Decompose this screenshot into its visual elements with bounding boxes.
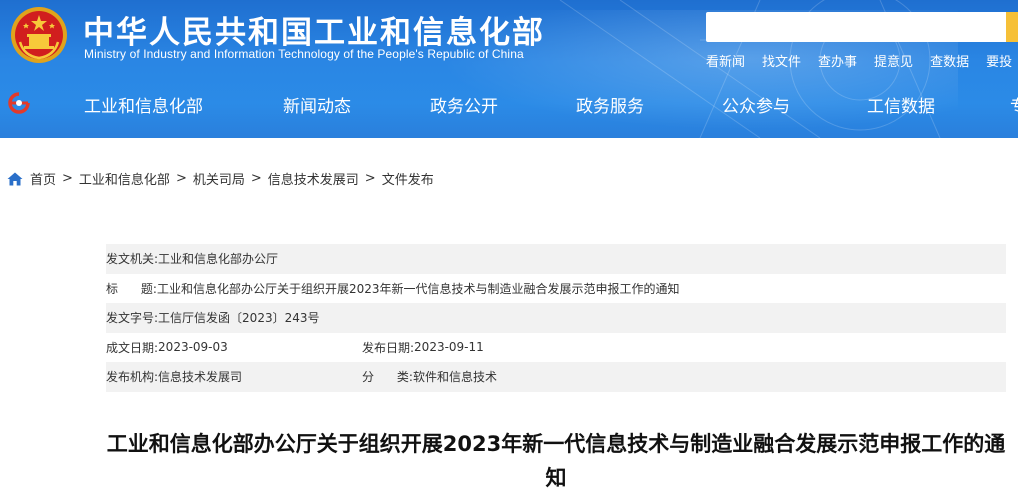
publish-date-cell: 发布日期: 2023-09-11 — [362, 339, 484, 356]
category-value: 软件和信息技术 — [412, 370, 497, 385]
breadcrumb-separator: > — [62, 171, 73, 186]
meta-row-publisher: 发布机构: 信息技术发展司 分 类: 软件和信息技术 — [106, 362, 1006, 392]
breadcrumb-separator: > — [250, 171, 262, 186]
breadcrumb-departments[interactable]: 机关司局 — [193, 169, 245, 188]
nav-item-gov-services[interactable]: 政务服务 — [576, 92, 644, 117]
meta-row-title: 标 题: 工业和信息化部办公厅关于组织开展2023年新一代信息技术与制造业融合发… — [106, 274, 1006, 304]
written-date-cell: 成文日期: 2023-09-03 — [106, 339, 362, 356]
nav-item-public-participation[interactable]: 公众参与 — [722, 92, 790, 117]
issuer-label: 发文机关: — [106, 252, 159, 267]
nav-item-news[interactable]: 新闻动态 — [283, 92, 351, 117]
publish-date-value: 2023-09-11 — [414, 340, 484, 355]
meta-row-issuer: 发文机关: 工业和信息化部办公厅 — [106, 244, 1006, 274]
publish-date-label: 发布日期: — [362, 340, 415, 355]
main-nav: 工业和信息化部 新闻动态 政务公开 政务服务 公众参与 工信数据 专 — [0, 88, 1018, 120]
doc-no-label: 发文字号: — [106, 311, 159, 326]
quick-links: 看新闻 找文件 查办事 提意见 查数据 要投 — [706, 51, 1012, 70]
publisher-cell: 发布机构: 信息技术发展司 — [106, 368, 362, 385]
national-emblem-icon[interactable] — [10, 6, 68, 64]
quick-link-news[interactable]: 看新闻 — [706, 51, 745, 70]
breadcrumb-home[interactable]: 首页 — [30, 169, 56, 188]
quick-link-files[interactable]: 找文件 — [762, 51, 801, 70]
quick-link-more[interactable]: 要投 — [986, 51, 1012, 70]
issuer-value: 工业和信息化部办公厅 — [158, 252, 279, 267]
breadcrumb-ministry[interactable]: 工业和信息化部 — [79, 169, 170, 188]
breadcrumb-separator: > — [364, 171, 376, 186]
site-subtitle: Ministry of Industry and Information Tec… — [84, 47, 524, 61]
nav-item-data[interactable]: 工信数据 — [867, 92, 935, 117]
category-label: 分 类: — [362, 370, 413, 385]
search-button[interactable] — [1006, 12, 1018, 42]
written-date-label: 成文日期: — [106, 340, 159, 355]
written-date-value: 2023-09-03 — [158, 340, 228, 355]
nav-item-special[interactable]: 专 — [1010, 92, 1018, 117]
category-cell: 分 类: 软件和信息技术 — [362, 368, 497, 385]
breadcrumb: 首页 > 工业和信息化部 > 机关司局 > 信息技术发展司 > 文件发布 — [7, 169, 434, 188]
site-header: 中华人民共和国工业和信息化部 Ministry of Industry and … — [0, 0, 1018, 138]
title-value: 工业和信息化部办公厅关于组织开展2023年新一代信息技术与制造业融合发展示范申报… — [156, 281, 680, 296]
home-icon[interactable] — [7, 172, 23, 186]
search-input[interactable] — [706, 12, 1006, 42]
publisher-value: 信息技术发展司 — [158, 370, 243, 385]
article-title: 工业和信息化部办公厅关于组织开展2023年新一代信息技术与制造业融合发展示范申报… — [106, 432, 1006, 490]
breadcrumb-file-release[interactable]: 文件发布 — [382, 169, 434, 188]
nav-item-gov-affairs[interactable]: 政务公开 — [430, 92, 498, 117]
site-title[interactable]: 中华人民共和国工业和信息化部 — [83, 7, 545, 52]
meta-row-dates: 成文日期: 2023-09-03 发布日期: 2023-09-11 — [106, 333, 1006, 363]
document-metadata-table: 发文机关: 工业和信息化部办公厅 标 题: 工业和信息化部办公厅关于组织开展20… — [106, 244, 1006, 392]
quick-link-feedback[interactable]: 提意见 — [874, 51, 913, 70]
breadcrumb-it-dept[interactable]: 信息技术发展司 — [268, 169, 359, 188]
quick-link-data[interactable]: 查数据 — [930, 51, 969, 70]
meta-row-doc-no: 发文字号: 工信厅信发函〔2023〕243号 — [106, 303, 1006, 333]
nav-item-ministry[interactable]: 工业和信息化部 — [84, 92, 203, 117]
breadcrumb-separator: > — [175, 171, 187, 186]
quick-link-services[interactable]: 查办事 — [818, 51, 857, 70]
doc-no-value: 工信厅信发函〔2023〕243号 — [158, 311, 320, 326]
publisher-label: 发布机构: — [106, 370, 159, 385]
title-label: 标 题: — [106, 281, 157, 296]
